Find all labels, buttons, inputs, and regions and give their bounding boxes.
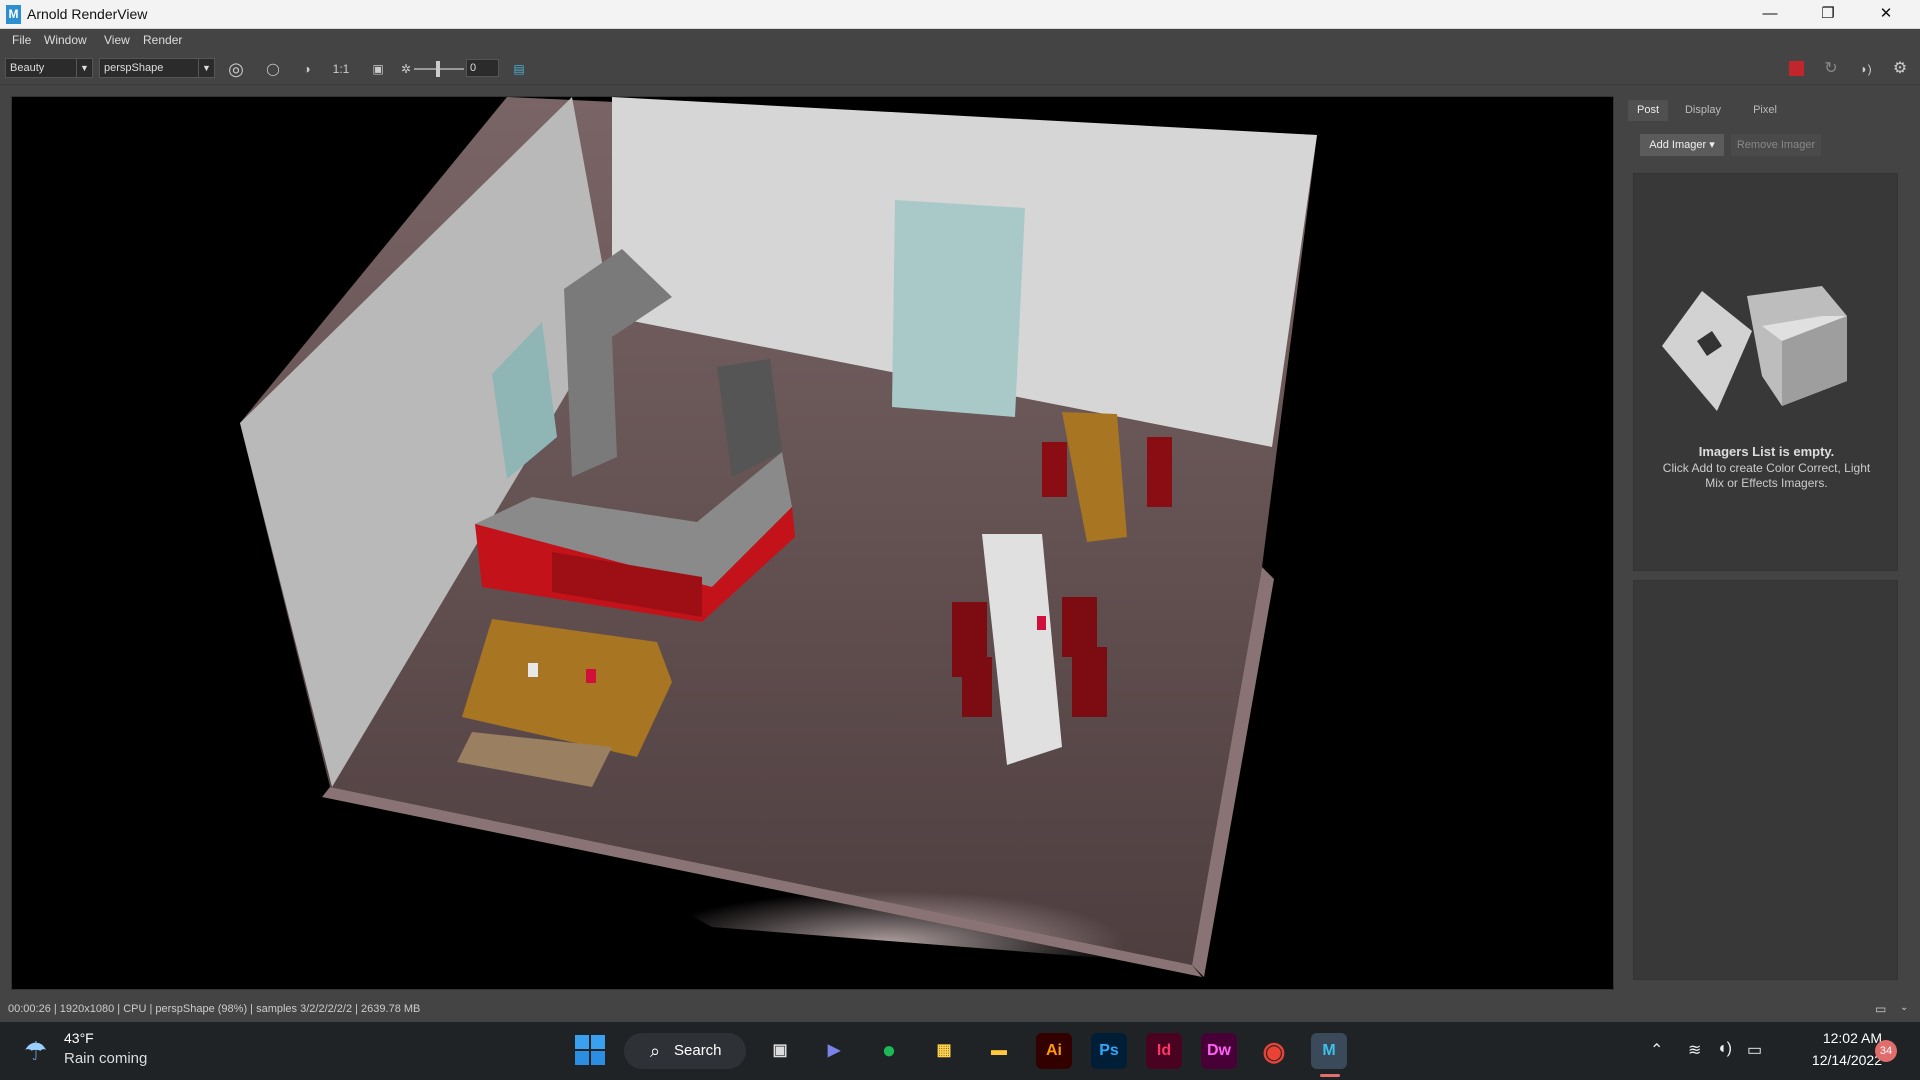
slider-handle[interactable] [436, 61, 440, 77]
minimize-button[interactable]: — [1741, 0, 1799, 29]
chevron-down-icon: ▼ [76, 59, 92, 77]
window-back [892, 200, 1025, 417]
imager-panel: Post Display Pixel Add Imager ▾ Remove I… [1623, 93, 1908, 991]
chrome-icon[interactable]: ◉ [1256, 1033, 1292, 1069]
battery-icon[interactable]: ▭ [1747, 1040, 1762, 1060]
search-icon: ⌕ [650, 1041, 661, 1061]
log-icon[interactable]: ▤ [509, 59, 529, 79]
spotify-icon[interactable]: ● [871, 1033, 907, 1069]
checker-icon[interactable]: ◑ [297, 59, 317, 79]
chair-back-left [1042, 442, 1067, 497]
notification-badge[interactable]: 34 [1875, 1040, 1897, 1062]
file-explorer-icon[interactable]: ▬ [981, 1033, 1017, 1069]
camera-dropdown[interactable]: perspShape ▼ [99, 58, 215, 78]
menu-view[interactable]: View [104, 33, 130, 47]
menu-render[interactable]: Render [143, 33, 182, 47]
chair-back-right [1147, 437, 1172, 507]
refresh-icon[interactable]: ↻ [1821, 59, 1841, 79]
ipr-icon[interactable]: ◗) [1856, 59, 1876, 79]
add-imager-button[interactable]: Add Imager ▾ [1640, 134, 1724, 156]
chair-front-left-2 [962, 657, 992, 717]
weather-icon[interactable]: ☂ [24, 1036, 47, 1067]
render-region-icon[interactable]: ◎ [226, 59, 246, 79]
remove-imager-button[interactable]: Remove Imager [1731, 134, 1821, 156]
chair-front-right-2 [1072, 647, 1107, 717]
imagers-list: Imagers List is empty. Click Add to crea… [1633, 173, 1898, 571]
empty-list-hint: Click Add to create Color Correct, Light… [1662, 461, 1871, 490]
rgb-channel-icon[interactable]: ◯ [263, 59, 283, 79]
window-title: Arnold RenderView [27, 6, 148, 22]
wifi-icon[interactable]: ≋ [1688, 1040, 1701, 1060]
camera-value: perspShape [104, 62, 164, 74]
stop-render-button[interactable] [1789, 61, 1804, 76]
gear-icon[interactable]: ⚙ [1890, 59, 1910, 79]
photoshop-icon[interactable]: Ps [1091, 1033, 1127, 1069]
illustrator-icon[interactable]: Ai [1036, 1033, 1072, 1069]
menu-bar: File Window View Render [0, 29, 1920, 52]
cup-red [586, 669, 596, 683]
search-box[interactable]: ⌕ Search [624, 1033, 746, 1069]
frame-icon[interactable]: ▣ [368, 59, 388, 79]
menu-window[interactable]: Window [44, 33, 87, 47]
zoom-ratio-button[interactable]: 1:1 [331, 59, 351, 79]
menu-file[interactable]: File [12, 33, 31, 47]
aov-dropdown[interactable]: Beauty ▼ [5, 58, 93, 78]
start-icon[interactable] [575, 1035, 607, 1067]
dreamweaver-icon[interactable]: Dw [1201, 1033, 1237, 1069]
windows-taskbar: ☂ 43°F Rain coming ⌕ Search ▣ ▶ ● ▦ ▬ Ai … [0, 1022, 1920, 1080]
title-bar: M Arnold RenderView — ❐ ✕ [0, 0, 1920, 29]
render-image [240, 97, 1317, 977]
add-imager-label: Add Imager [1649, 139, 1707, 151]
indesign-icon[interactable]: Id [1146, 1033, 1182, 1069]
volume-icon[interactable]: ◖) [1717, 1040, 1732, 1058]
chevron-up-icon[interactable]: ⌃ [1650, 1040, 1663, 1060]
store-icon[interactable]: ▦ [926, 1033, 962, 1069]
active-app-indicator [1320, 1074, 1340, 1077]
cup-red-table [1037, 616, 1046, 630]
imager-properties [1633, 580, 1898, 980]
aov-value: Beauty [10, 62, 45, 74]
exposure-slider[interactable] [414, 61, 464, 77]
chevron-down-icon: ▼ [198, 59, 214, 77]
clock-time[interactable]: 12:02 AM [1782, 1030, 1882, 1046]
clock-date[interactable]: 12/14/2022 [1782, 1052, 1882, 1068]
close-button[interactable]: ✕ [1857, 0, 1915, 29]
status-bar: 00:00:26 | 1920x1080 | CPU | perspShape … [0, 998, 1920, 1022]
render-viewport[interactable] [11, 96, 1614, 990]
restore-button[interactable]: ❐ [1799, 0, 1857, 29]
weather-temp[interactable]: 43°F [64, 1030, 94, 1046]
exposure-icon: ✲ [400, 62, 412, 76]
tab-display[interactable]: Display [1673, 100, 1733, 121]
empty-list-title: Imagers List is empty. [1698, 444, 1835, 459]
empty-box-icon [1662, 286, 1847, 411]
status-text: 00:00:26 | 1920x1080 | CPU | perspShape … [8, 1003, 421, 1015]
cup-white [528, 663, 538, 677]
snapshot-icon[interactable]: ▭ [1875, 1002, 1886, 1016]
task-view-icon[interactable]: ▣ [762, 1033, 798, 1069]
weather-forecast[interactable]: Rain coming [64, 1050, 147, 1067]
chat-icon[interactable]: ▶ [816, 1033, 852, 1069]
tab-post[interactable]: Post [1628, 100, 1668, 121]
chevron-down-icon[interactable]: ⌄ [1900, 1002, 1908, 1013]
exposure-field[interactable]: 0 [466, 59, 499, 77]
maya-icon[interactable]: M [1311, 1033, 1347, 1069]
tab-pixel[interactable]: Pixel [1736, 100, 1794, 121]
toolbar: Beauty ▼ perspShape ▼ ◎ ◯ ◑ 1:1 ▣ ✲ 0 ▤ ↻ … [0, 52, 1920, 85]
search-label: Search [674, 1042, 722, 1059]
maya-app-icon: M [6, 5, 21, 24]
chevron-down-icon: ▾ [1709, 139, 1715, 151]
